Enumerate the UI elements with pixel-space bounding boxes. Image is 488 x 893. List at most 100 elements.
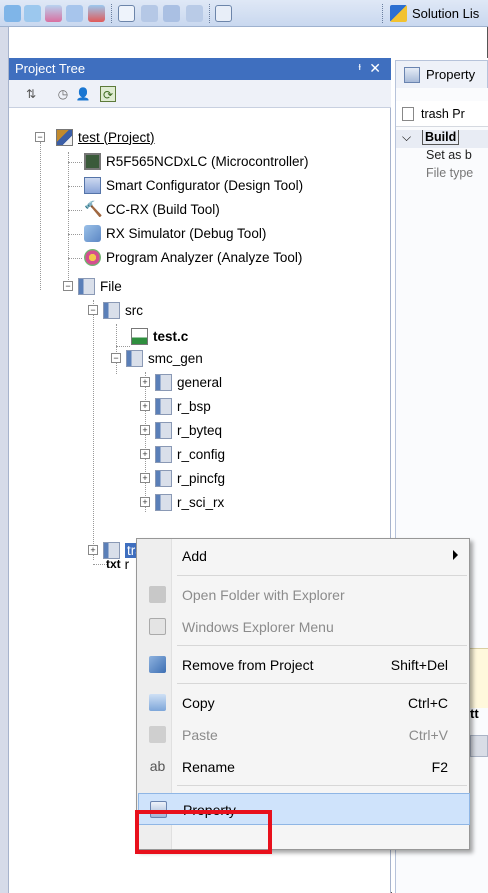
tree-node-microcontroller[interactable]: R5F565NCDxLC (Microcontroller) xyxy=(84,150,309,172)
toolbar-monitor-icon[interactable] xyxy=(163,5,180,22)
menu-item-rename[interactable]: ab Rename F2 xyxy=(138,751,470,783)
tree-line xyxy=(93,300,94,560)
menu-separator xyxy=(177,683,467,684)
tree-node-label: r_byteq xyxy=(177,422,223,438)
context-menu: Add Open Folder with Explorer Windows Ex… xyxy=(136,538,470,850)
close-icon[interactable]: ✕ xyxy=(369,60,381,77)
toolbar-search-icon[interactable] xyxy=(186,5,203,22)
solution-list-icon[interactable] xyxy=(390,5,407,22)
folder-icon xyxy=(126,349,143,367)
tree-line xyxy=(68,162,82,163)
tree-line xyxy=(68,186,82,187)
smc-gen-collapse-toggle[interactable]: − xyxy=(111,353,121,363)
menu-item-label: Rename xyxy=(182,759,235,775)
tree-node-label: r_sci_rx xyxy=(177,494,225,510)
tree-node-file[interactable]: File xyxy=(78,275,122,297)
clock-icon[interactable]: ◷ xyxy=(55,86,71,102)
toolbar-layout-icon[interactable] xyxy=(215,5,232,22)
property-row-set-as[interactable]: Set as b xyxy=(396,148,488,166)
menu-item-shortcut: Ctrl+V xyxy=(408,727,448,743)
toolbar-separator xyxy=(209,4,210,23)
user-icon[interactable]: 👤 xyxy=(75,86,91,102)
tree-node-r-bsp[interactable]: r_bsp xyxy=(155,395,211,417)
toolbar-icon-2[interactable] xyxy=(24,5,41,22)
general-expand-toggle[interactable]: + xyxy=(140,377,150,387)
tree-node-label: r_pincfg xyxy=(177,470,226,486)
r-bsp-expand-toggle[interactable]: + xyxy=(140,401,150,411)
menu-item-remove[interactable]: Remove from Project Shift+Del xyxy=(138,649,470,681)
folder-icon xyxy=(155,373,172,391)
menu-item-shortcut: F2 xyxy=(431,759,448,775)
folder-icon xyxy=(155,421,172,439)
folder-icon xyxy=(155,397,172,415)
toolbar-chat-icon[interactable] xyxy=(141,5,158,22)
tree-node-label: r_config xyxy=(177,446,226,462)
project-icon xyxy=(56,128,73,146)
property-object-label: trash Pr xyxy=(421,107,465,121)
project-tree-toolbar: ⇅ ◷ 👤 ⟳ xyxy=(9,80,391,108)
toolbar-icon-4[interactable] xyxy=(66,5,83,22)
menu-item-copy[interactable]: Copy Ctrl+C xyxy=(138,687,470,719)
project-collapse-toggle[interactable]: − xyxy=(35,132,45,142)
r-sci-rx-expand-toggle[interactable]: + xyxy=(140,497,150,507)
tree-node-label: general xyxy=(177,374,223,390)
tree-node-txt-file[interactable]: txt r xyxy=(106,553,129,575)
rename-icon: ab xyxy=(149,758,166,774)
smart-configurator-icon xyxy=(84,176,101,194)
r-pincfg-expand-toggle[interactable]: + xyxy=(140,473,150,483)
property-category-build[interactable]: ⌵ Build xyxy=(396,130,488,148)
r-config-expand-toggle[interactable]: + xyxy=(140,449,150,459)
tab-property[interactable]: Property xyxy=(395,60,488,88)
refresh-icon[interactable]: ⟳ xyxy=(100,86,116,102)
menu-item-open-folder[interactable]: Open Folder with Explorer xyxy=(138,579,470,611)
tree-line xyxy=(68,234,82,235)
background-bar xyxy=(470,735,488,757)
trash-expand-toggle[interactable]: + xyxy=(88,545,98,555)
tree-node-r-config[interactable]: r_config xyxy=(155,443,225,465)
project-tree-title: Project Tree xyxy=(15,61,86,76)
tree-node-r-byteq[interactable]: r_byteq xyxy=(155,419,222,441)
menu-item-add[interactable]: Add xyxy=(138,540,470,572)
tree-node-general[interactable]: general xyxy=(155,371,222,393)
folder-icon xyxy=(155,469,172,487)
menu-separator xyxy=(177,645,467,646)
menu-item-shortcut: Shift+Del xyxy=(390,657,448,673)
tree-line xyxy=(40,142,41,290)
tree-node-label: test (Project) xyxy=(78,129,155,145)
src-collapse-toggle[interactable]: − xyxy=(88,305,98,315)
property-row-file-type[interactable]: File type xyxy=(396,166,488,184)
toolbar-icon-5[interactable] xyxy=(88,5,105,22)
tree-node-project[interactable]: test (Project) xyxy=(56,126,155,148)
hammer-icon: 🔨 xyxy=(84,200,103,218)
r-byteq-expand-toggle[interactable]: + xyxy=(140,425,150,435)
toolbar-window-icon[interactable] xyxy=(118,5,135,22)
folder-icon xyxy=(155,445,172,463)
solution-list-button[interactable]: Solution Lis xyxy=(412,6,479,21)
menu-item-label: Copy xyxy=(182,695,215,711)
tree-node-rx-simulator[interactable]: RX Simulator (Debug Tool) xyxy=(84,222,266,244)
tree-node-label: smc_gen xyxy=(148,350,203,366)
pin-icon[interactable]: ᵻ xyxy=(359,61,361,73)
tree-node-r-pincfg[interactable]: r_pincfg xyxy=(155,467,225,489)
toolbar-icon-1[interactable] xyxy=(4,5,21,22)
category-label: Build xyxy=(422,130,460,145)
tree-node-smc-gen[interactable]: smc_gen xyxy=(126,347,203,369)
tree-node-cc-rx[interactable]: 🔨 CC-RX (Build Tool) xyxy=(84,198,220,220)
menu-item-explorer-menu[interactable]: Windows Explorer Menu xyxy=(138,611,470,643)
tree-node-smart-configurator[interactable]: Smart Configurator (Design Tool) xyxy=(84,174,303,196)
tree-line xyxy=(68,258,82,259)
menu-item-paste[interactable]: Paste Ctrl+V xyxy=(138,719,470,751)
tree-node-src[interactable]: src xyxy=(103,299,143,321)
toolbar-chart-icon[interactable] xyxy=(45,5,62,22)
folder-explorer-icon xyxy=(149,586,166,603)
sort-icon[interactable]: ⇅ xyxy=(23,86,39,102)
c-file-icon xyxy=(131,327,148,345)
folder-icon xyxy=(155,493,172,511)
menu-item-shortcut: Ctrl+C xyxy=(407,695,448,711)
annotation-highlight-box xyxy=(135,810,272,854)
tree-node-test-c[interactable]: test.c xyxy=(131,325,188,347)
file-collapse-toggle[interactable]: − xyxy=(63,281,73,291)
chip-icon xyxy=(84,152,101,170)
tree-node-program-analyzer[interactable]: Program Analyzer (Analyze Tool) xyxy=(84,246,302,268)
tree-node-r-sci-rx[interactable]: r_sci_rx xyxy=(155,491,224,513)
